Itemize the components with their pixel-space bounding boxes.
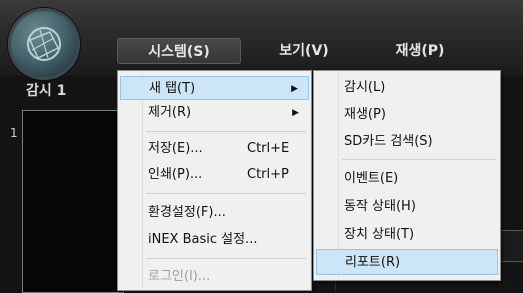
system-menu-dropdown: 새 탭(T) ▶ 제거(R) ▶ 저장(E)... Ctrl+E 인쇄(P)..…	[117, 70, 312, 291]
menu-separator	[342, 159, 496, 160]
menu-item-label: 새 탭(T)	[149, 81, 196, 96]
menu-item-login: 로그인(I)...	[120, 265, 309, 289]
side-panel-handle[interactable]	[498, 230, 523, 262]
submenu-item-operation-status[interactable]: 동작 상태(H)	[316, 194, 498, 220]
menu-system[interactable]: 시스템(S)	[117, 38, 241, 64]
menu-separator	[146, 193, 306, 194]
new-tab-submenu: 감시(L) 재생(P) SD카드 검색(S) 이벤트(E) 동작 상태(H) 장…	[313, 70, 501, 281]
app-logo	[8, 8, 80, 80]
menu-playback[interactable]: 재생(P)	[378, 38, 462, 64]
submenu-item-report[interactable]: 리포트(R)	[316, 249, 498, 275]
shortcut-label: Ctrl+E	[247, 141, 290, 156]
menu-separator	[146, 131, 306, 132]
submenu-item-monitor[interactable]: 감시(L)	[316, 75, 498, 101]
menu-item-remove[interactable]: 제거(R) ▶	[120, 101, 309, 125]
monitor-tab-label[interactable]: 감시 1	[26, 80, 66, 100]
submenu-item-playback[interactable]: 재생(P)	[316, 102, 498, 128]
submenu-item-label: 재생(P)	[344, 107, 386, 122]
submenu-arrow-icon: ▶	[292, 108, 299, 118]
submenu-item-label: 동작 상태(H)	[344, 199, 416, 214]
menu-item-settings[interactable]: 환경설정(F)...	[120, 201, 309, 225]
submenu-arrow-icon: ▶	[291, 84, 298, 94]
menu-item-save[interactable]: 저장(E)... Ctrl+E	[120, 137, 309, 161]
menu-item-label: 인쇄(P)...	[148, 167, 203, 182]
submenu-item-device-status[interactable]: 장치 상태(T)	[316, 222, 498, 248]
menu-separator	[146, 258, 306, 259]
submenu-item-label: 이벤트(E)	[344, 171, 399, 186]
menu-item-new-tab[interactable]: 새 탭(T) ▶	[120, 76, 309, 100]
panel-number: 1	[10, 126, 18, 140]
menu-item-label: 제거(R)	[148, 105, 192, 120]
menu-item-label: 환경설정(F)...	[148, 205, 226, 220]
submenu-item-label: SD카드 검색(S)	[344, 134, 433, 149]
menu-item-label: iNEX Basic 설정...	[148, 232, 258, 247]
shortcut-label: Ctrl+P	[247, 167, 289, 182]
submenu-item-label: 리포트(R)	[345, 255, 401, 270]
submenu-item-sd-search[interactable]: SD카드 검색(S)	[316, 129, 498, 155]
video-panel[interactable]	[22, 110, 124, 293]
submenu-item-label: 감시(L)	[344, 80, 386, 95]
globe-icon	[27, 27, 61, 61]
submenu-item-label: 장치 상태(T)	[344, 227, 415, 242]
menu-view[interactable]: 보기(V)	[264, 38, 344, 64]
submenu-item-event[interactable]: 이벤트(E)	[316, 166, 498, 192]
menu-item-print[interactable]: 인쇄(P)... Ctrl+P	[120, 163, 309, 187]
menu-item-label: 저장(E)...	[148, 141, 203, 156]
menu-item-inex-settings[interactable]: iNEX Basic 설정...	[120, 228, 309, 252]
menu-item-label: 로그인(I)...	[148, 269, 211, 284]
